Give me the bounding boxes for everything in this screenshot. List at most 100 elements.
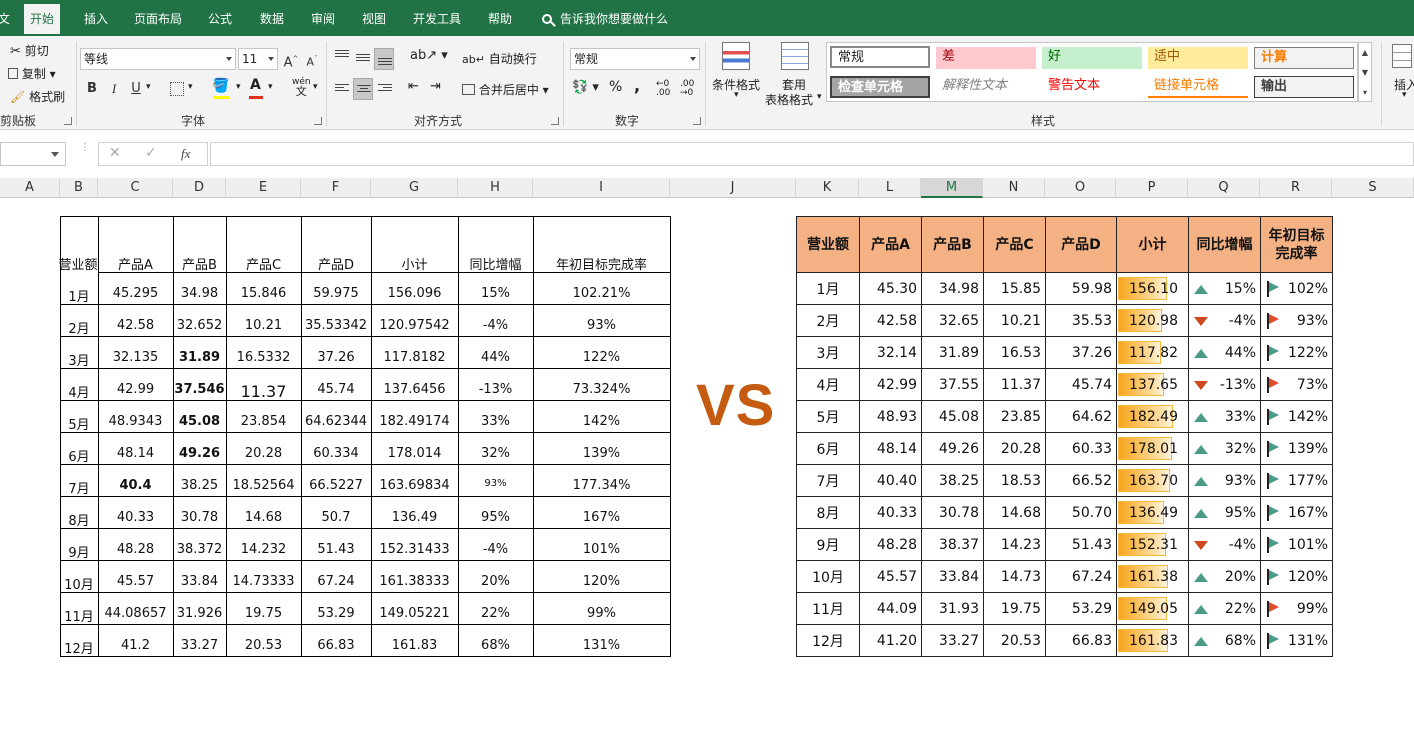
style-normal[interactable]: 常规 — [830, 46, 930, 68]
cell-product-a[interactable]: 48.14 — [859, 432, 922, 465]
raw-cell[interactable]: 3月 — [60, 350, 98, 369]
cell-month[interactable]: 11月 — [796, 592, 860, 625]
cell-subtotal[interactable]: 149.05 — [1116, 592, 1189, 625]
raw-cell[interactable]: -4% — [458, 318, 533, 333]
cell-yoy[interactable]: 68% — [1188, 624, 1261, 657]
raw-cell[interactable]: 20% — [458, 574, 533, 589]
raw-cell[interactable]: 42.99 — [98, 382, 173, 397]
cell-product-c[interactable]: 19.75 — [983, 592, 1046, 625]
raw-cell[interactable]: 33% — [458, 414, 533, 429]
cell-target[interactable]: 93% — [1260, 304, 1333, 337]
raw-cell[interactable]: 10月 — [60, 574, 98, 593]
cell-target[interactable]: 120% — [1260, 560, 1333, 593]
raw-cell[interactable]: 20.53 — [226, 638, 301, 653]
col-header-g[interactable]: G — [371, 178, 458, 198]
tab-help[interactable]: 帮助 — [482, 0, 518, 36]
format-painter-button[interactable]: 🖌 格式刷 — [10, 88, 65, 105]
cell-product-a[interactable]: 44.09 — [859, 592, 922, 625]
raw-cell[interactable]: 32.652 — [173, 318, 226, 333]
raw-cell[interactable]: 31.89 — [173, 350, 226, 365]
cell-product-d[interactable]: 59.98 — [1045, 272, 1117, 305]
raw-cell[interactable]: 40.33 — [98, 510, 173, 525]
cell-target[interactable]: 142% — [1260, 400, 1333, 433]
cancel-icon[interactable]: ✕ — [109, 145, 121, 161]
cell-yoy[interactable]: 32% — [1188, 432, 1261, 465]
border-dropdown-icon[interactable]: ▾ — [188, 82, 193, 92]
raw-cell[interactable]: 51.43 — [301, 542, 371, 557]
col-header-o[interactable]: O — [1045, 178, 1116, 198]
raw-cell[interactable]: 156.096 — [371, 286, 458, 301]
cell-target[interactable]: 73% — [1260, 368, 1333, 401]
raw-cell[interactable]: 93% — [458, 478, 533, 489]
comma-button[interactable]: , — [634, 76, 640, 95]
number-format-combo[interactable]: 常规 — [570, 48, 700, 70]
raw-cell[interactable]: 15.846 — [226, 286, 301, 301]
cell-subtotal[interactable]: 156.10 — [1116, 272, 1189, 305]
raw-cell[interactable]: 178.014 — [371, 446, 458, 461]
cell-product-d[interactable]: 67.24 — [1045, 560, 1117, 593]
raw-header-product-c[interactable]: 产品C — [226, 254, 301, 273]
raw-cell[interactable]: 66.5227 — [301, 478, 371, 493]
cell-product-a[interactable]: 45.30 — [859, 272, 922, 305]
raw-cell[interactable]: 131% — [533, 638, 670, 653]
raw-cell[interactable]: 22% — [458, 606, 533, 621]
decrease-font-button[interactable]: Aˇ — [302, 48, 322, 70]
cell-product-b[interactable]: 31.93 — [921, 592, 984, 625]
cell-product-d[interactable]: 50.70 — [1045, 496, 1117, 529]
header-yoy[interactable]: 同比增幅 — [1188, 216, 1261, 273]
cell-product-b[interactable]: 38.25 — [921, 464, 984, 497]
raw-cell[interactable]: 44% — [458, 350, 533, 365]
raw-cell[interactable]: 93% — [533, 318, 670, 333]
raw-cell[interactable]: 149.05221 — [371, 606, 458, 621]
align-left-icon[interactable] — [335, 84, 349, 96]
cell-product-b[interactable]: 49.26 — [921, 432, 984, 465]
raw-header-product-b[interactable]: 产品B — [173, 254, 226, 273]
cell-month[interactable]: 2月 — [796, 304, 860, 337]
raw-cell[interactable]: 35.53342 — [301, 318, 371, 333]
raw-cell[interactable]: 32% — [458, 446, 533, 461]
number-launcher-icon[interactable] — [693, 117, 701, 125]
cell-product-d[interactable]: 66.83 — [1045, 624, 1117, 657]
style-linked-cell[interactable]: 链接单元格 — [1148, 76, 1248, 98]
cell-subtotal[interactable]: 117.82 — [1116, 336, 1189, 369]
raw-cell[interactable]: 33.27 — [173, 638, 226, 653]
raw-cell[interactable]: 37.546 — [173, 382, 226, 397]
raw-cell[interactable]: 12月 — [60, 638, 98, 657]
col-header-i[interactable]: I — [533, 178, 670, 198]
raw-cell[interactable]: 102.21% — [533, 286, 670, 301]
cell-product-a[interactable]: 41.20 — [859, 624, 922, 657]
raw-cell[interactable]: 14.232 — [226, 542, 301, 557]
tab-view[interactable]: 视图 — [356, 0, 392, 36]
cell-month[interactable]: 8月 — [796, 496, 860, 529]
raw-cell[interactable]: 139% — [533, 446, 670, 461]
cell-target[interactable]: 131% — [1260, 624, 1333, 657]
cell-product-d[interactable]: 51.43 — [1045, 528, 1117, 561]
col-header-l[interactable]: L — [859, 178, 921, 198]
formula-bar-grip-icon[interactable]: ⋮ — [80, 143, 90, 153]
table-format-label-2[interactable]: 表格格式 — [765, 91, 813, 108]
tab-file-edge[interactable]: 文 — [0, 0, 16, 36]
cell-target[interactable]: 167% — [1260, 496, 1333, 529]
cell-month[interactable]: 1月 — [796, 272, 860, 305]
style-calculation[interactable]: 计算 — [1254, 47, 1354, 69]
percent-button[interactable]: % — [609, 79, 622, 95]
cell-product-b[interactable]: 31.89 — [921, 336, 984, 369]
header-product-b[interactable]: 产品B — [921, 216, 984, 273]
header-subtotal[interactable]: 小计 — [1116, 216, 1189, 273]
tab-data[interactable]: 数据 — [254, 0, 290, 36]
cell-yoy[interactable]: 44% — [1188, 336, 1261, 369]
cell-month[interactable]: 5月 — [796, 400, 860, 433]
align-right-icon[interactable] — [378, 84, 392, 96]
raw-cell[interactable]: 66.83 — [301, 638, 371, 653]
raw-cell[interactable]: 50.7 — [301, 510, 371, 525]
cell-product-c[interactable]: 14.73 — [983, 560, 1046, 593]
cell-product-c[interactable]: 16.53 — [983, 336, 1046, 369]
cell-product-c[interactable]: 10.21 — [983, 304, 1046, 337]
cell-product-a[interactable]: 40.40 — [859, 464, 922, 497]
raw-cell[interactable]: 37.26 — [301, 350, 371, 365]
raw-cell[interactable]: 48.14 — [98, 446, 173, 461]
col-header-h[interactable]: H — [458, 178, 533, 198]
raw-cell[interactable]: 1月 — [60, 286, 98, 305]
cell-product-b[interactable]: 33.27 — [921, 624, 984, 657]
cell-month[interactable]: 6月 — [796, 432, 860, 465]
